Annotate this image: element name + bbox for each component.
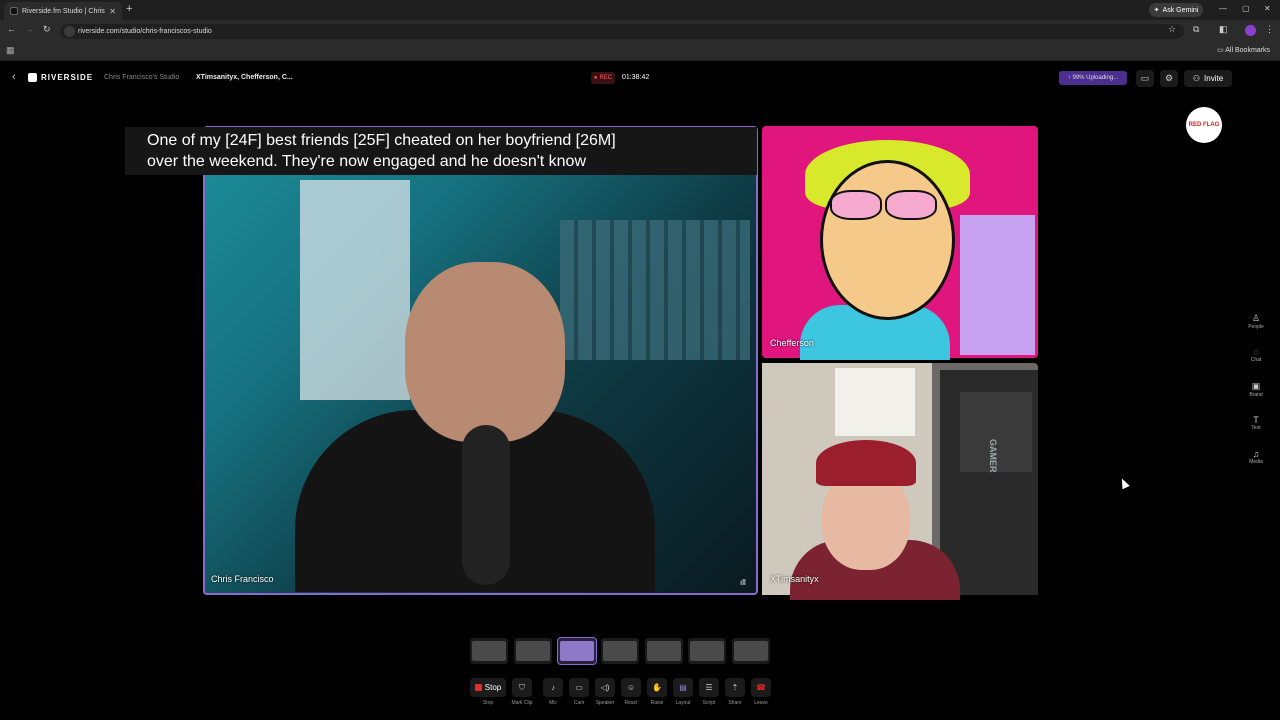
mic-button[interactable]: ♪ Mic: [541, 678, 565, 706]
leave-button[interactable]: ☎ Leave: [749, 678, 773, 706]
profile-avatar[interactable]: [1245, 25, 1256, 36]
riverside-logo-icon: [28, 73, 37, 82]
all-bookmarks[interactable]: ▭ All Bookmarks: [1217, 46, 1270, 54]
minimize-icon[interactable]: —: [1219, 4, 1227, 13]
rail-text[interactable]: T Text: [1238, 415, 1274, 431]
riverside-logo: RIVERSIDE: [28, 73, 93, 82]
stop-icon: [474, 684, 482, 691]
script-button[interactable]: ☰ Script: [697, 678, 721, 706]
layout-icon: ▤: [673, 678, 693, 697]
studio-name: Chris Francisco's Studio: [104, 74, 180, 81]
caption-line-1: One of my [24F] best friends [25F] cheat…: [147, 132, 616, 149]
script-icon: ☰: [699, 678, 719, 697]
hang-up-icon: ☎: [751, 678, 771, 697]
layout-button[interactable]: ▤ Layout: [671, 678, 695, 706]
share-button[interactable]: ⇡ Share: [723, 678, 747, 706]
mic-icon: ♪: [543, 678, 563, 697]
speaker-button[interactable]: ◁) Speaker: [593, 678, 617, 706]
rec-dot-icon: ●: [593, 75, 598, 81]
settings-gear-icon[interactable]: ⚙: [1160, 70, 1178, 87]
window-close-icon[interactable]: ✕: [1264, 4, 1271, 13]
layout-option-5[interactable]: [645, 638, 683, 664]
chat-icon: ◌: [1253, 347, 1259, 357]
site-info-icon[interactable]: [64, 26, 75, 37]
tab-title: Riverside.fm Studio | Chris: [22, 7, 105, 15]
rec-badge: ● REC: [591, 72, 615, 84]
layout-option-1[interactable]: [470, 638, 508, 664]
restore-icon[interactable]: ▢: [1242, 4, 1250, 13]
share-screen-icon: ⇡: [725, 678, 745, 697]
hand-icon: ✋: [647, 678, 667, 697]
people-icon: ♙: [1251, 313, 1261, 323]
participant-list: XTimsanityx, Chefferson, C...: [196, 74, 293, 81]
microphone-image: [462, 425, 510, 585]
cam-button[interactable]: ▭ Cam: [567, 678, 591, 706]
layout-option-7[interactable]: [732, 638, 770, 664]
cartoon-eye-right: [885, 190, 937, 220]
sidebar-icon[interactable]: ◧: [1219, 24, 1228, 35]
layout-option-6[interactable]: [688, 638, 726, 664]
browser-menu-icon[interactable]: ⋮: [1265, 24, 1274, 35]
riverside-favicon-icon: [10, 7, 18, 15]
invite-button[interactable]: ⚇ Invite: [1184, 70, 1232, 87]
layout-option-4[interactable]: [601, 638, 639, 664]
audio-level-icon: ıll: [740, 578, 746, 587]
add-user-icon: ⚇: [1192, 74, 1201, 83]
rail-media[interactable]: ♫ Media: [1238, 449, 1274, 465]
recording-timer: 01:38:42: [622, 74, 650, 81]
back-arrow-icon[interactable]: ←: [7, 24, 16, 34]
mark-clip-button[interactable]: ⛉ Mark Clip: [510, 678, 534, 706]
smile-icon: ☺: [621, 678, 641, 697]
red-flag-badge: RED FLAG: [1186, 107, 1222, 143]
address-bar[interactable]: riverside.com/studio/chris-franciscos-st…: [60, 24, 1184, 39]
mouse-cursor-icon: [1118, 476, 1130, 490]
tab-close-icon[interactable]: ✕: [109, 7, 116, 16]
speaker-icon: ◁): [595, 678, 615, 697]
react-button[interactable]: ☺ React: [619, 678, 643, 706]
name-label-main: Chris Francisco: [211, 574, 274, 584]
rail-people[interactable]: ♙ People: [1238, 313, 1274, 330]
text-icon: T: [1253, 415, 1259, 425]
reload-icon[interactable]: ↻: [43, 24, 51, 35]
extensions-icon[interactable]: ⧉: [1193, 24, 1199, 35]
feedback-icon[interactable]: ▭: [1136, 70, 1154, 87]
layout-option-3-selected[interactable]: [557, 637, 597, 665]
cartoon-eye-left: [830, 190, 882, 220]
guest-cap: [816, 440, 916, 486]
cartoon-building: [960, 215, 1035, 355]
new-tab-button[interactable]: +: [126, 3, 132, 15]
camera-icon: ▭: [569, 678, 589, 697]
layout-option-2[interactable]: [514, 638, 552, 664]
browser-tab-bar: [0, 0, 1280, 20]
shield-icon: ⛉: [512, 678, 532, 697]
gemini-icon: ✦: [1153, 7, 1160, 14]
title-caption: One of my [24F] best friends [25F] cheat…: [125, 127, 757, 175]
upload-status[interactable]: ↑ 99% Uploading...: [1059, 71, 1127, 85]
wall-art: [835, 368, 915, 436]
background-door: [300, 180, 410, 400]
stop-button[interactable]: Stop Stop: [470, 678, 506, 706]
brand-icon: ▣: [1251, 381, 1261, 391]
media-icon: ♫: [1252, 449, 1260, 459]
browser-tab[interactable]: Riverside.fm Studio | Chris ✕: [4, 2, 122, 20]
ask-gemini-button[interactable]: ✦ Ask Gemini: [1149, 3, 1203, 17]
host-head: [405, 262, 565, 442]
bookmarks-bar: [0, 42, 1280, 61]
background-shelf: [560, 220, 750, 360]
rail-chat[interactable]: ◌ Chat: [1238, 347, 1274, 363]
forward-arrow-icon[interactable]: →: [25, 24, 34, 34]
apps-grid-icon[interactable]: ▦: [6, 45, 15, 56]
name-label-xtimsanityx: XTimsanityx: [770, 574, 819, 584]
bookmark-star-icon[interactable]: ☆: [1168, 24, 1176, 35]
raise-hand-button[interactable]: ✋ Raise: [645, 678, 669, 706]
rail-brand[interactable]: ▣ Brand: [1238, 381, 1274, 398]
studio-back-icon[interactable]: ‹: [12, 71, 16, 83]
gamer-sign: GAMER: [960, 392, 1032, 472]
caption-line-2: over the weekend. They're now engaged an…: [147, 153, 587, 170]
cartoon-face: [820, 160, 955, 320]
name-label-chefferson: Chefferson: [770, 338, 814, 348]
url-text: riverside.com/studio/chris-franciscos-st…: [78, 28, 212, 35]
